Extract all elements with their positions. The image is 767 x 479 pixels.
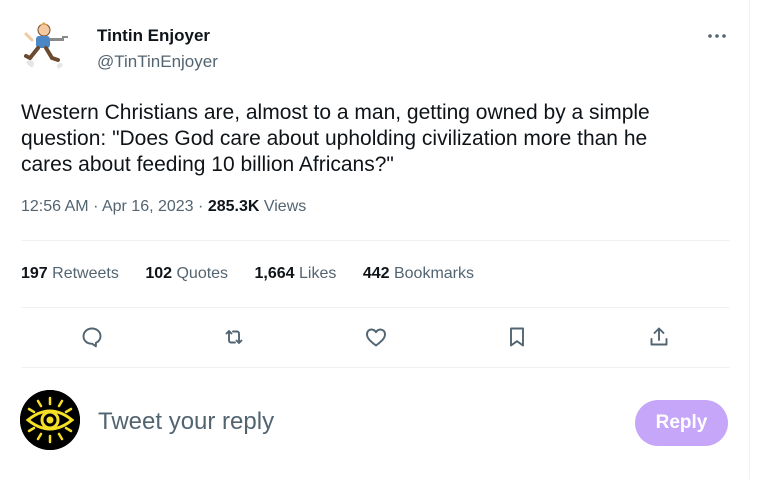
retweet-button[interactable] [219,322,249,352]
divider [21,240,730,241]
stat-label: Retweets [52,265,119,282]
bookmark-icon [510,327,524,347]
stat-count: 442 [362,265,390,282]
stat-retweets[interactable]: 197 Retweets [21,265,119,283]
bookmark-button[interactable] [502,322,532,352]
meta-separator: · [198,198,208,215]
divider [21,367,730,368]
tintin-running-avatar-icon [24,22,68,69]
reply-submit-button[interactable]: Reply [635,400,728,446]
author-avatar[interactable] [20,20,72,72]
tweet-actions [0,322,750,352]
stat-likes[interactable]: 1,664 Likes [255,265,337,283]
retweet-icon [225,330,243,344]
meta-separator: · [93,198,102,215]
stat-label: Quotes [176,265,229,282]
share-button[interactable] [644,322,674,352]
tweet-time[interactable]: 12:56 AM [21,198,89,215]
more-options-button[interactable] [705,24,729,48]
reply-button[interactable] [77,322,107,352]
stat-label: Likes [299,265,337,282]
author-handle[interactable]: @TinTinEnjoyer [97,52,218,72]
like-icon [366,328,386,347]
divider [21,307,730,308]
reply-icon [82,327,102,348]
like-button[interactable] [361,322,391,352]
user-avatar[interactable] [20,390,80,450]
engagement-stats: 197 Retweets 102 Quotes 1,664 Likes 442 … [21,265,496,283]
stat-count: 102 [145,265,173,282]
stat-count: 1,664 [254,265,295,282]
tweet-text: Western Christians are, almost to a man,… [21,101,650,176]
stat-label: Bookmarks [393,265,475,282]
reply-input[interactable] [98,405,598,439]
stat-quotes[interactable]: 102 Quotes [145,265,228,283]
author-display-name[interactable]: Tintin Enjoyer [97,26,210,46]
eye-avatar-icon [20,390,80,450]
stat-bookmarks[interactable]: 442 Bookmarks [363,265,474,283]
stat-count: 197 [21,265,48,282]
more-icon [708,34,726,38]
views-label: Views [263,198,307,215]
column-border [749,0,750,479]
tweet-date[interactable]: Apr 16, 2023 [102,198,194,215]
share-icon [650,327,668,346]
tweet-meta: 12:56 AM · Apr 16, 2023 · 285.3K Views [21,198,306,216]
views-count: 285.3K [207,198,260,215]
